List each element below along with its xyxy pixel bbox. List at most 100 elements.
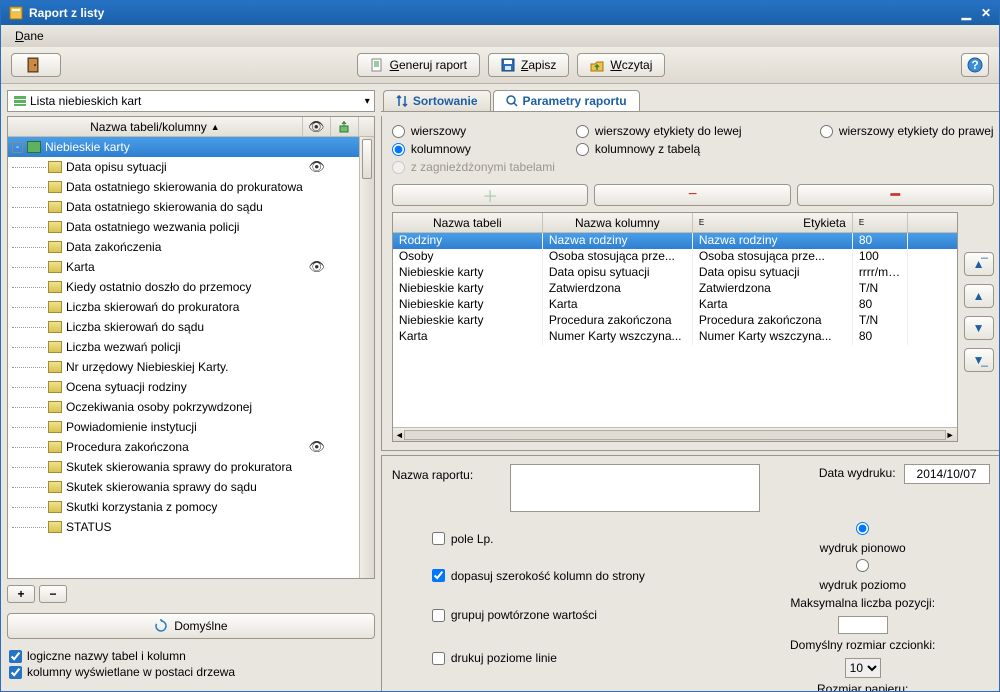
radio-wierszowy[interactable]: wierszowy xyxy=(392,124,562,138)
tab-sortowanie[interactable]: Sortowanie xyxy=(383,90,491,111)
save-button[interactable]: Zapisz xyxy=(488,53,569,77)
tabbar: Sortowanie Parametry raportu xyxy=(381,90,999,112)
report-name-input[interactable] xyxy=(510,464,760,512)
tab-parametry[interactable]: Parametry raportu xyxy=(493,90,640,111)
move-top-button[interactable]: ▲̅ xyxy=(964,252,994,276)
exit-button[interactable] xyxy=(11,53,61,77)
tree-item[interactable]: Oczekiwania osoby pokrzywdzonej xyxy=(8,397,374,417)
tree-item[interactable]: Data zakończenia xyxy=(8,237,374,257)
parameters-table[interactable]: Nazwa tabeli Nazwa kolumny EEtykieta E R… xyxy=(392,212,958,442)
max-rows-input[interactable] xyxy=(838,616,888,634)
tree-item[interactable]: Powiadomienie instytucji xyxy=(8,417,374,437)
generate-label-rest: eneruj raport xyxy=(399,58,467,72)
param-row[interactable]: OsobyOsoba stosująca prze...Osoba stosuj… xyxy=(393,249,957,265)
check-fit-width[interactable]: dopasuj szerokość kolumn do strony xyxy=(432,559,712,592)
tree-item[interactable]: Data opisu sytuacji👁 xyxy=(8,157,374,177)
remove-node-button[interactable]: − xyxy=(39,585,67,603)
tree-item[interactable]: Data ostatniego skierowania do sądu xyxy=(8,197,374,217)
print-date-input[interactable] xyxy=(904,464,990,484)
radio-wierszowy-prawej[interactable]: wierszowy etykiety do prawej xyxy=(820,124,994,138)
param-action-buttons: ＋ − ━ xyxy=(392,184,994,206)
tree-header-name[interactable]: Nazwa tabeli/kolumny▲ xyxy=(8,117,303,136)
tree-item[interactable]: Nr urzędowy Niebieskiej Karty. xyxy=(8,357,374,377)
radio-kolumnowy-tabela[interactable]: kolumnowy z tabelą xyxy=(576,142,806,156)
left-panel: Lista niebieskich kart ▾ Nazwa tabeli/ko… xyxy=(7,90,375,685)
add-node-button[interactable]: + xyxy=(7,585,35,603)
col-etykieta[interactable]: EEtykieta xyxy=(693,213,853,232)
window-title: Raport z listy xyxy=(29,6,104,20)
help-button[interactable]: ? xyxy=(961,53,989,77)
check-group-repeated[interactable]: grupuj powtórzone wartości xyxy=(432,596,712,634)
tree-scrollbar[interactable] xyxy=(359,137,374,578)
close-button[interactable]: ✕ xyxy=(981,6,991,20)
param-row[interactable]: Niebieskie kartyProcedura zakończonaProc… xyxy=(393,313,957,329)
param-row[interactable]: Niebieskie kartyData opisu sytuacjiData … xyxy=(393,265,957,281)
radio-wierszowy-lewej[interactable]: wierszowy etykiety do lewej xyxy=(576,124,806,138)
list-selector-combo[interactable]: Lista niebieskich kart ▾ xyxy=(7,90,375,112)
tree-item[interactable]: Skutki korzystania z pomocy xyxy=(8,497,374,517)
minimize-button[interactable]: ▁ xyxy=(962,6,971,20)
tree-item[interactable]: Liczba skierowań do sądu xyxy=(8,317,374,337)
check-hlines[interactable]: drukuj poziome linie xyxy=(432,638,712,678)
app-icon xyxy=(9,6,23,20)
tree-item[interactable]: Karta👁 xyxy=(8,257,374,277)
check-tree-columns[interactable]: kolumny wyświetlane w postaci drzewa xyxy=(9,665,373,679)
remove-column-button[interactable]: − xyxy=(594,184,791,206)
col-nazwa-tabeli[interactable]: Nazwa tabeli xyxy=(393,213,543,232)
col-width[interactable]: E xyxy=(853,213,908,232)
combo-value: Lista niebieskich kart xyxy=(30,94,141,108)
tree-root[interactable]: -Niebieskie karty xyxy=(8,137,374,157)
check-logical-names[interactable]: logiczne nazwy tabel i kolumn xyxy=(9,649,373,663)
radio-portrait[interactable]: wydruk pionowo xyxy=(732,522,994,555)
param-row[interactable]: Niebieskie kartyKartaKarta80 xyxy=(393,297,957,313)
col-nazwa-kolumny[interactable]: Nazwa kolumny xyxy=(543,213,693,232)
tree-item[interactable]: Ocena sytuacji rodziny xyxy=(8,377,374,397)
app-window: Raport z listy ▁ ✕ Dane Generuj raport Z… xyxy=(0,0,1000,692)
generate-report-button[interactable]: Generuj raport xyxy=(357,53,480,77)
tree-item[interactable]: Skutek skierowania sprawy do sądu xyxy=(8,477,374,497)
tree-item[interactable]: Skutek skierowania sprawy do prokuratora xyxy=(8,457,374,477)
font-size-select[interactable]: 10 xyxy=(845,658,881,678)
param-row[interactable]: Niebieskie kartyZatwierdzonaZatwierdzona… xyxy=(393,281,957,297)
print-date-label: Data wydruku: xyxy=(776,464,896,480)
column-tree: Nazwa tabeli/kolumny▲ 👁 -Niebieskie kart… xyxy=(7,116,375,579)
font-size-row: Domyślny rozmiar czcionki: 10 xyxy=(732,638,994,678)
move-up-button[interactable]: ▲ xyxy=(964,284,994,308)
tree-item[interactable]: Liczba wezwań policji xyxy=(8,337,374,357)
load-button[interactable]: Wczytaj xyxy=(577,53,665,77)
max-rows-row: Maksymalna liczba pozycji: xyxy=(732,596,994,634)
radio-landscape[interactable]: wydruk poziomo xyxy=(732,559,994,592)
tree-item[interactable]: Procedura zakończona👁 xyxy=(8,437,374,457)
paper-size-row: Rozmiar papieru: A4 xyxy=(732,682,994,691)
move-bottom-button[interactable]: ▼̲ xyxy=(964,348,994,372)
sort-icon xyxy=(396,95,408,107)
tree-item[interactable]: Data ostatniego skierowania do prokurato… xyxy=(8,177,374,197)
default-button[interactable]: Domyślne xyxy=(7,613,375,639)
tree-item[interactable]: Data ostatniego wezwania policji xyxy=(8,217,374,237)
tree-item[interactable]: Kiedy ostatnio doszło do przemocy xyxy=(8,277,374,297)
param-row[interactable]: RodzinyNazwa rodzinyNazwa rodziny80 xyxy=(393,233,957,249)
tree-header-eye[interactable]: 👁 xyxy=(303,117,331,136)
tree-header-pick[interactable] xyxy=(331,117,359,136)
right-panel: Sortowanie Parametry raportu wierszowy w… xyxy=(381,90,999,685)
refresh-icon xyxy=(154,619,168,633)
report-name-label: Nazwa raportu: xyxy=(392,464,502,482)
menubar: Dane xyxy=(1,25,999,47)
move-down-button[interactable]: ▼ xyxy=(964,316,994,340)
menu-dane[interactable]: Dane xyxy=(9,27,50,45)
tree-item[interactable]: Liczba skierowań do prokuratora xyxy=(8,297,374,317)
remove-all-button[interactable]: ━ xyxy=(797,184,994,206)
svg-text:?: ? xyxy=(971,58,978,72)
param-row[interactable]: KartaNumer Karty wszczyna...Numer Karty … xyxy=(393,329,957,345)
body: Lista niebieskich kart ▾ Nazwa tabeli/ko… xyxy=(1,84,999,691)
add-column-button[interactable]: ＋ xyxy=(392,184,589,206)
check-pole-lp[interactable]: pole Lp. xyxy=(432,522,712,555)
tree-item[interactable]: STATUS xyxy=(8,517,374,537)
main-toolbar: Generuj raport Zapisz Wczytaj ? xyxy=(1,47,999,84)
param-h-scroll[interactable]: ◄► xyxy=(393,427,957,441)
param-table-header: Nazwa tabeli Nazwa kolumny EEtykieta E xyxy=(393,213,957,233)
tree-header: Nazwa tabeli/kolumny▲ 👁 xyxy=(8,117,374,137)
radio-kolumnowy[interactable]: kolumnowy xyxy=(392,142,562,156)
tree-body[interactable]: -Niebieskie kartyData opisu sytuacji👁Dat… xyxy=(8,137,374,578)
list-icon xyxy=(14,95,26,107)
